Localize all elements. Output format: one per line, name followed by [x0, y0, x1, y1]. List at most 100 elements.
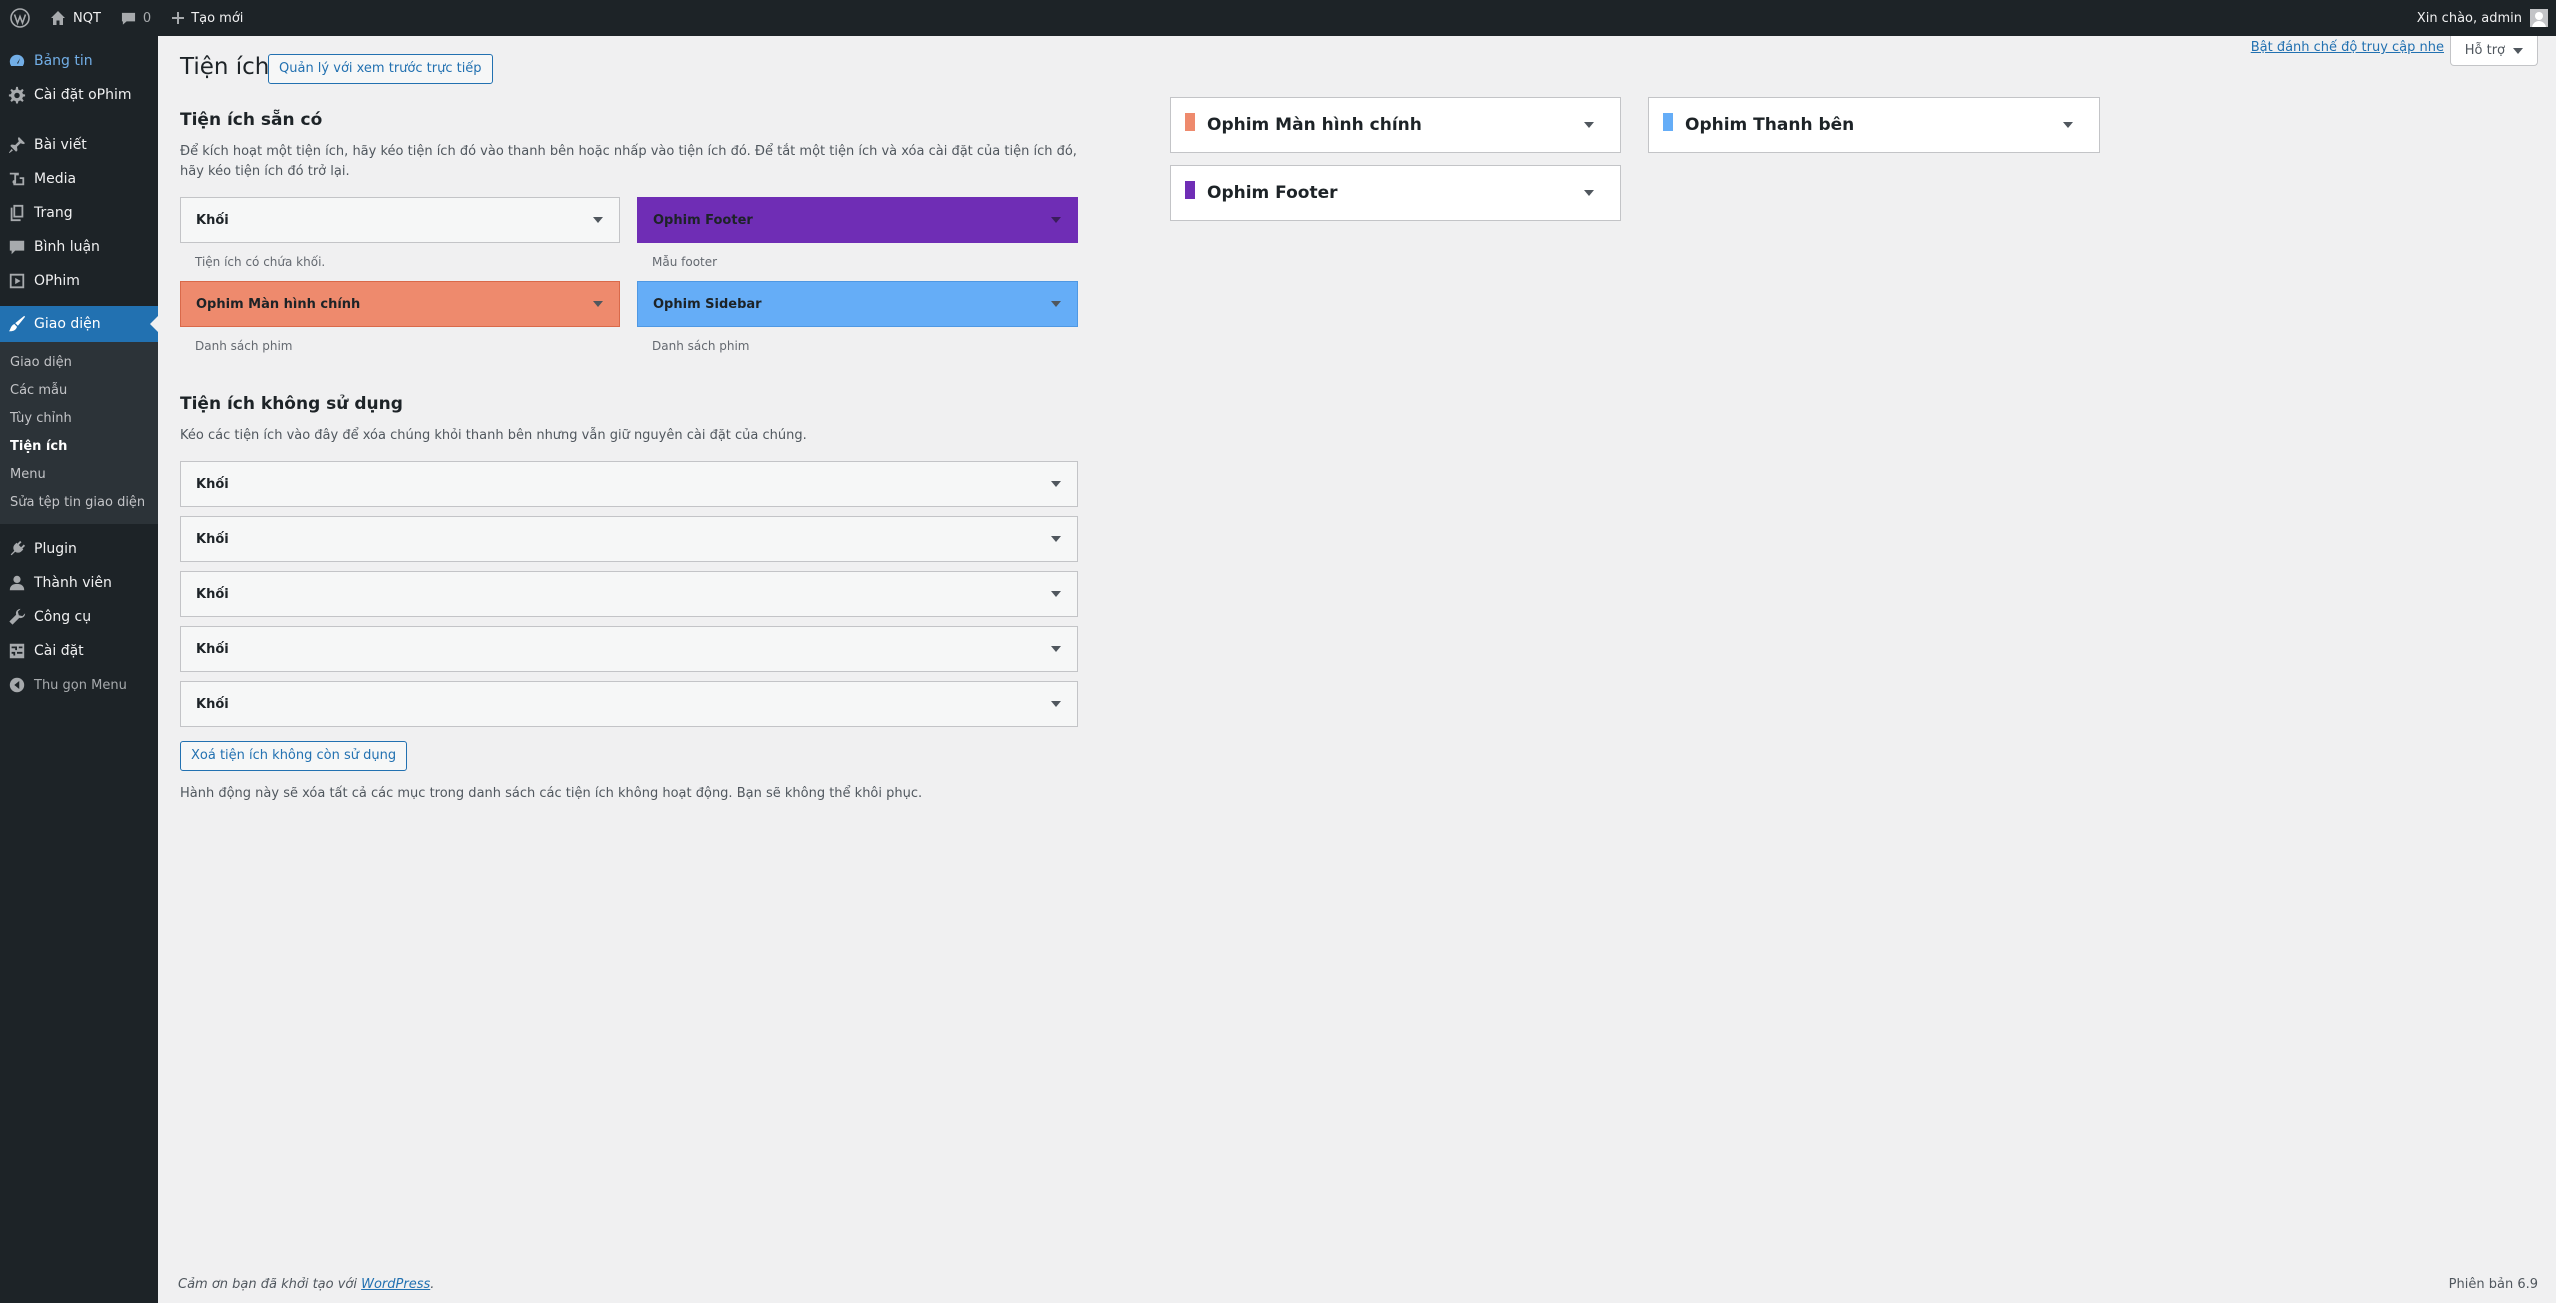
page-title: Tiện ích [180, 54, 270, 80]
plus-icon [171, 11, 185, 25]
widget-ophim-sidebar[interactable]: Ophim Sidebar [637, 281, 1078, 327]
menu-item-ophim[interactable]: OPhim [0, 264, 158, 298]
widget-ophim-main[interactable]: Ophim Màn hình chính [180, 281, 620, 327]
inactive-widget-block[interactable]: Khối [180, 626, 1078, 672]
footer-version: Phiên bản 6.9 [2448, 1277, 2538, 1292]
chevron-down-icon[interactable] [1051, 591, 1061, 597]
submenu-item-patterns[interactable]: Các mẫu [0, 377, 158, 405]
color-swatch [1663, 113, 1673, 131]
accessibility-mode-link[interactable]: Bật đánh chế độ truy cập nhe [2251, 40, 2444, 55]
video-icon [8, 272, 26, 290]
chevron-down-icon[interactable] [1051, 536, 1061, 542]
gear-icon [8, 86, 26, 104]
widget-title: Ophim Sidebar [653, 296, 762, 312]
widget-title: Khối [196, 641, 229, 657]
inactive-widgets-title: Tiện ích không sử dụng [180, 394, 403, 414]
chevron-down-icon[interactable] [1051, 701, 1061, 707]
chevron-down-icon[interactable] [1051, 481, 1061, 487]
menu-item-comments[interactable]: Bình luận [0, 230, 158, 264]
submenu-item-theme-editor[interactable]: Sửa tệp tin giao diện [0, 489, 158, 517]
widget-title: Khối [196, 696, 229, 712]
widget-title: Khối [196, 212, 229, 228]
home-icon [50, 10, 66, 26]
collapse-menu-button[interactable]: Thu gọn Menu [0, 668, 158, 702]
chevron-down-icon[interactable] [593, 301, 603, 307]
widget-title: Khối [196, 586, 229, 602]
comments-link[interactable]: 0 [111, 0, 161, 36]
widget-description: Mẫu footer [652, 255, 718, 269]
chevron-down-icon[interactable] [1584, 190, 1594, 196]
help-label: Hỗ trợ [2464, 43, 2505, 58]
comment-icon [121, 11, 136, 26]
widget-ophim-footer[interactable]: Ophim Footer [637, 197, 1078, 243]
wordpress-logo-icon[interactable] [0, 0, 40, 36]
menu-item-dashboard[interactable]: Bảng tin [0, 44, 158, 78]
submenu-item-themes[interactable]: Giao diện [0, 349, 158, 377]
sidebar-ophim-main[interactable]: Ophim Màn hình chính [1170, 97, 1621, 153]
inactive-widgets-description: Kéo các tiện ích vào đây để xóa chúng kh… [180, 428, 807, 443]
widget-title: Ophim Màn hình chính [196, 296, 361, 312]
sidebar-ophim-aside[interactable]: Ophim Thanh bên [1648, 97, 2100, 153]
chevron-down-icon[interactable] [1051, 217, 1061, 223]
available-widgets-description: Để kích hoạt một tiện ích, hãy kéo tiện … [180, 144, 1077, 179]
help-tab-button[interactable]: Hỗ trợ [2449, 36, 2538, 66]
admin-bar: NQT 0 Tạo mới Xin chào, admin [0, 0, 2556, 36]
color-swatch [1185, 113, 1195, 131]
chevron-down-icon[interactable] [1051, 646, 1061, 652]
menu-item-ophim-settings[interactable]: Cài đặt oPhim [0, 78, 158, 112]
brush-icon [8, 315, 26, 333]
chevron-down-icon[interactable] [593, 217, 603, 223]
main-content: Bật đánh chế độ truy cập nhe Hỗ trợ Tiện… [158, 36, 2556, 1303]
widget-description: Danh sách phim [195, 339, 293, 353]
widget-title: Khối [196, 531, 229, 547]
plugin-icon [8, 540, 26, 558]
inactive-widget-block[interactable]: Khối [180, 516, 1078, 562]
widget-description: Danh sách phim [652, 339, 750, 353]
sidebar-title: Ophim Footer [1207, 183, 1338, 203]
menu-item-posts[interactable]: Bài viết [0, 128, 158, 162]
comments-count: 0 [142, 10, 152, 26]
chevron-down-icon [2513, 47, 2523, 54]
inactive-widget-block[interactable]: Khối [180, 681, 1078, 727]
avatar[interactable] [2530, 9, 2548, 27]
wordpress-link[interactable]: WordPress [361, 1277, 430, 1292]
menu-item-appearance[interactable]: Giao diện [0, 306, 158, 342]
appearance-submenu: Giao diện Các mẫu Tùy chỉnh Tiện ích Men… [0, 342, 158, 524]
widget-title: Khối [196, 476, 229, 492]
footer-thanks: Cảm ơn bạn đã khởi tạo với WordPress. [178, 1277, 435, 1292]
manage-live-preview-button[interactable]: Quản lý với xem trước trực tiếp [268, 54, 493, 84]
chevron-down-icon[interactable] [1051, 301, 1061, 307]
inactive-widget-block[interactable]: Khối [180, 461, 1078, 507]
chevron-down-icon[interactable] [2063, 122, 2073, 128]
pin-icon [8, 136, 26, 154]
submenu-item-widgets[interactable]: Tiện ích [0, 433, 158, 461]
new-content-link[interactable]: Tạo mới [161, 0, 253, 36]
clear-inactive-note: Hành động này sẽ xóa tất cả các mục tron… [180, 786, 923, 801]
media-icon [8, 170, 26, 188]
inactive-widget-block[interactable]: Khối [180, 571, 1078, 617]
site-name: NQT [73, 10, 101, 26]
menu-item-users[interactable]: Thành viên [0, 566, 158, 600]
chevron-down-icon[interactable] [1584, 122, 1594, 128]
greeting-link[interactable]: Xin chào, admin [2417, 11, 2522, 26]
menu-item-settings[interactable]: Cài đặt [0, 634, 158, 668]
menu-item-pages[interactable]: Trang [0, 196, 158, 230]
site-name-link[interactable]: NQT [40, 0, 111, 36]
sidebar-title: Ophim Thanh bên [1685, 115, 1855, 135]
sidebar-ophim-footer[interactable]: Ophim Footer [1170, 165, 1621, 221]
widget-description: Tiện ích có chứa khối. [195, 255, 326, 269]
settings-icon [8, 642, 26, 660]
widget-block[interactable]: Khối [180, 197, 620, 243]
pages-icon [8, 204, 26, 222]
menu-item-tools[interactable]: Công cụ [0, 600, 158, 634]
wrench-icon [8, 608, 26, 626]
clear-inactive-widgets-button[interactable]: Xoá tiện ích không còn sử dụng [180, 741, 408, 771]
menu-item-media[interactable]: Media [0, 162, 158, 196]
submenu-item-customize[interactable]: Tùy chỉnh [0, 405, 158, 433]
dashboard-icon [8, 52, 26, 70]
admin-menu: Bảng tin Cài đặt oPhim Bài viết Media Tr… [0, 36, 158, 1303]
menu-item-plugins[interactable]: Plugin [0, 532, 158, 566]
submenu-item-menus[interactable]: Menu [0, 461, 158, 489]
comment-icon [8, 238, 26, 256]
sidebar-title: Ophim Màn hình chính [1207, 115, 1422, 135]
